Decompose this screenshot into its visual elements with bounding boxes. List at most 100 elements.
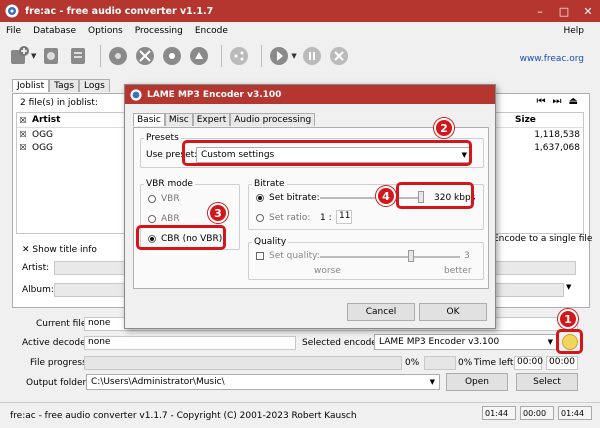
selected-encoder-select[interactable]: LAME MP3 Encoder v3.100 ▼ <box>374 334 558 350</box>
remove-file-icon[interactable] <box>40 45 62 67</box>
status-time-total: 01:44 <box>482 406 516 420</box>
artist-label: Artist: <box>22 263 50 273</box>
quality-slider[interactable] <box>320 256 460 258</box>
album-dropdown-icon[interactable]: ▼ <box>566 283 571 291</box>
dialog-tabs: Basic Misc Expert Audio processing <box>133 113 316 126</box>
row-checkbox[interactable]: ☒ <box>17 143 29 152</box>
set-bitrate-radio[interactable]: Set bitrate: <box>256 193 320 203</box>
menu-options[interactable]: Options <box>82 26 129 36</box>
previous-track-icon[interactable]: ⏮ <box>537 96 546 107</box>
menu-help[interactable]: Help <box>557 26 590 36</box>
output-folder-select[interactable]: C:\Users\Administrator\Music\ ▼ <box>86 374 440 390</box>
x-icon: ✕ <box>22 245 33 255</box>
row-size: 1,637,068 <box>534 142 580 153</box>
copyright-text: fre:ac - free audio converter v1.1.7 - C… <box>10 410 357 421</box>
vbr-label: VBR <box>161 194 180 204</box>
start-dropdown-icon[interactable]: ▼ <box>291 52 296 60</box>
select-button[interactable]: Select <box>516 373 578 391</box>
add-files-icon[interactable] <box>8 45 30 67</box>
toolbar-separator <box>261 45 263 67</box>
ratio-value: 11 <box>339 211 351 221</box>
select-all-checkbox[interactable]: ☒ <box>17 116 29 125</box>
total-progress-bar <box>424 356 456 370</box>
presets-title: Presets <box>144 133 181 143</box>
clear-list-icon[interactable] <box>67 45 89 67</box>
encoder-settings-icon[interactable] <box>188 45 210 67</box>
maximize-icon[interactable]: □ <box>552 0 576 22</box>
quality-slider-thumb[interactable] <box>408 250 414 262</box>
minimize-icon[interactable]: – <box>528 0 552 22</box>
current-file-value: none <box>88 318 111 328</box>
cddb-query-icon[interactable] <box>107 45 129 67</box>
status-time-remaining: 01:44 <box>558 406 592 420</box>
open-button[interactable]: Open <box>446 373 508 391</box>
abr-radio[interactable]: ABR <box>148 214 180 224</box>
chevron-down-icon: ▼ <box>547 338 553 346</box>
pause-icon[interactable] <box>301 45 323 67</box>
status-time-remaining-value: 01:44 <box>561 408 585 418</box>
tab-audio-processing[interactable]: Audio processing <box>230 113 316 126</box>
active-decoder-field: none <box>84 336 296 350</box>
step-badge-2: 2 <box>434 118 454 138</box>
radio-dot <box>256 194 264 202</box>
next-track-icon[interactable]: ⏭ <box>553 96 562 107</box>
share-icon[interactable] <box>228 45 250 67</box>
row-size: 1,118,538 <box>534 129 580 140</box>
quality-title: Quality <box>252 237 289 247</box>
toolbar-separator <box>100 45 102 67</box>
set-quality-checkbox[interactable]: Set quality: <box>256 251 320 261</box>
encoder-config-highlight <box>556 329 583 354</box>
row-artist: OGG <box>32 129 54 140</box>
row-checkbox[interactable]: ☒ <box>17 130 29 139</box>
quality-worse-label: worse <box>314 266 341 276</box>
vbr-radio[interactable]: VBR <box>148 194 180 204</box>
stop-icon[interactable] <box>328 45 350 67</box>
start-encoding-icon[interactable] <box>268 45 290 67</box>
bitrate-highlight <box>396 182 474 209</box>
tab-basic[interactable]: Basic <box>133 113 165 126</box>
active-decoder-label: Active decoder: <box>22 338 93 348</box>
album-label: Album: <box>22 285 54 295</box>
checkbox-box <box>256 252 264 260</box>
set-ratio-radio[interactable]: Set ratio: <box>256 213 310 223</box>
set-ratio-label: Set ratio: <box>269 213 311 223</box>
radio-dot <box>148 215 156 223</box>
step-badge-3: 3 <box>208 203 228 223</box>
settings-icon[interactable] <box>161 45 183 67</box>
app-logo-icon <box>5 4 19 18</box>
tools-icon[interactable] <box>134 45 156 67</box>
current-file-label: Current file: <box>36 319 90 329</box>
ratio-field[interactable]: 11 <box>336 210 352 224</box>
tab-misc[interactable]: Misc <box>164 113 193 126</box>
total-time-left-value: 00:00 <box>549 357 575 367</box>
tab-expert[interactable]: Expert <box>192 113 231 126</box>
cancel-button[interactable]: Cancel <box>347 303 415 321</box>
tab-logs[interactable]: Logs <box>79 79 110 92</box>
ok-button[interactable]: OK <box>419 303 487 321</box>
column-artist[interactable]: Artist <box>29 115 99 125</box>
show-title-info-label: Show title info <box>32 245 97 255</box>
menu-encode[interactable]: Encode <box>189 26 234 36</box>
file-progress-label: File progress: <box>30 358 90 368</box>
column-size[interactable]: Size <box>515 115 580 125</box>
joblist-count: 2 file(s) in joblist: <box>20 98 98 108</box>
close-icon[interactable]: ✕ <box>576 0 600 22</box>
chevron-down-icon: ▼ <box>429 378 435 386</box>
selected-encoder-label: Selected encoder: <box>302 338 384 348</box>
status-time-elapsed: 00:00 <box>520 406 554 420</box>
menu-bar: File Database Options Processing Encode … <box>0 22 600 40</box>
active-decoder-value: none <box>88 337 111 347</box>
tab-joblist[interactable]: Joblist <box>12 79 50 92</box>
website-link[interactable]: www.freac.org <box>520 54 584 64</box>
add-dropdown-icon[interactable]: ▼ <box>31 52 36 60</box>
tab-tags[interactable]: Tags <box>49 79 80 92</box>
menu-database[interactable]: Database <box>27 26 82 36</box>
cbr-highlight <box>136 225 226 250</box>
menu-file[interactable]: File <box>0 26 27 36</box>
encode-single-file-label[interactable]: Encode to a single file <box>493 234 592 244</box>
step-badge-4: 4 <box>376 186 396 206</box>
show-title-info-toggle[interactable]: ✕ Show title info <box>22 245 97 255</box>
menu-processing[interactable]: Processing <box>129 26 189 36</box>
radio-dot <box>256 214 264 222</box>
eject-icon[interactable]: ⏏ <box>569 96 578 107</box>
